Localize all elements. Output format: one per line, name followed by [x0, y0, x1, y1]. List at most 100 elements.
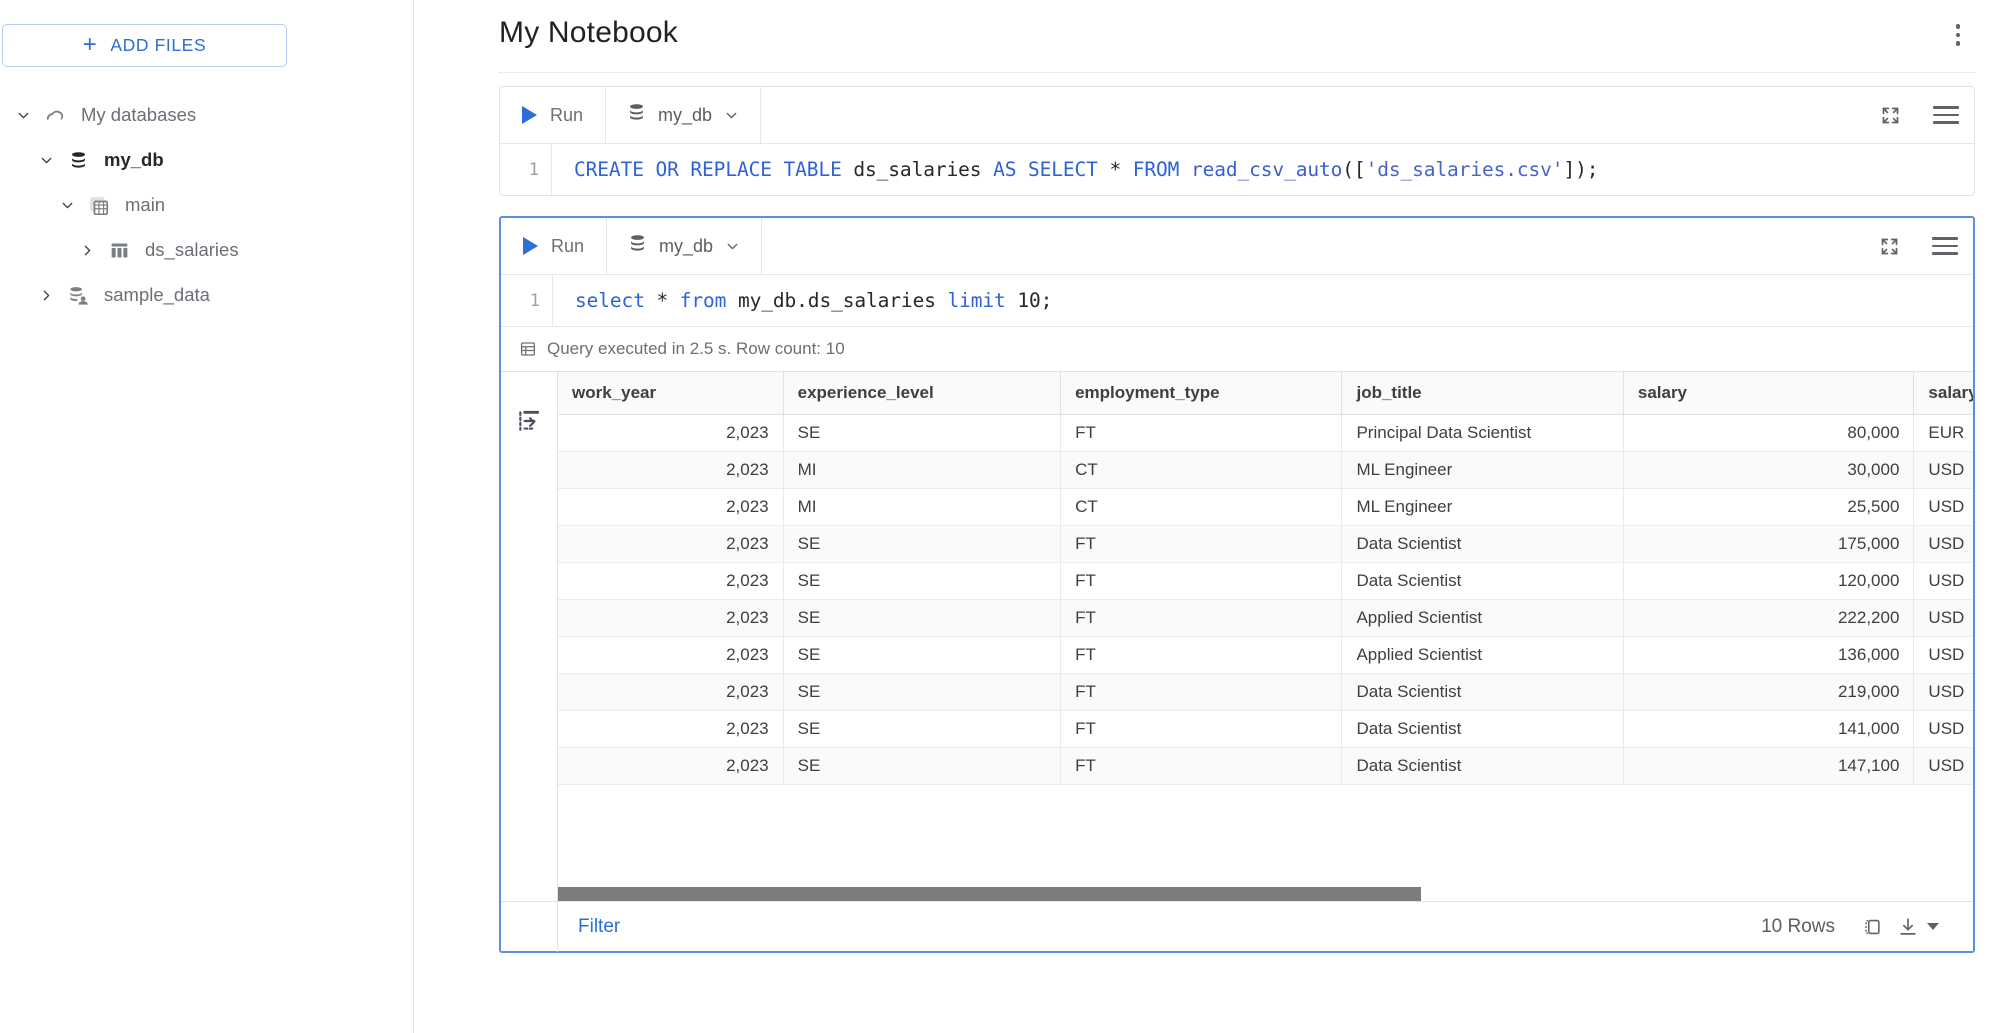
table-row[interactable]: 2,023 SE FT Data Scientist 147,100 USD — [558, 747, 1973, 785]
table-row[interactable]: 2,023 SE FT Data Scientist 175,000 USD — [558, 525, 1973, 563]
table-cell[interactable]: USD — [1913, 525, 1973, 563]
table-row[interactable]: 2,023 SE FT Data Scientist 219,000 USD — [558, 673, 1973, 711]
table-cell[interactable]: Data Scientist — [1341, 710, 1624, 748]
code-editor-row[interactable]: 1 CREATE OR REPLACE TABLE ds_salaries AS … — [500, 144, 1974, 195]
table-cell[interactable]: FT — [1060, 710, 1343, 748]
table-cell[interactable]: FT — [1060, 636, 1343, 674]
table-cell[interactable]: 175,000 — [1623, 525, 1915, 563]
table-cell[interactable]: SE — [783, 599, 1062, 637]
table-cell[interactable]: 120,000 — [1623, 562, 1915, 600]
table-cell[interactable]: 2,023 — [558, 562, 784, 600]
table-cell[interactable]: ML Engineer — [1341, 488, 1624, 526]
chevron-down-icon[interactable] — [29, 152, 63, 169]
table-cell[interactable]: Data Scientist — [1341, 673, 1624, 711]
sql-code-text[interactable]: CREATE OR REPLACE TABLE ds_salaries AS S… — [552, 144, 1598, 195]
table-cell[interactable]: FT — [1060, 562, 1343, 600]
table-cell[interactable]: SE — [783, 710, 1062, 748]
table-cell[interactable]: FT — [1060, 747, 1343, 785]
table-cell[interactable]: USD — [1913, 562, 1973, 600]
table-cell[interactable]: EUR — [1913, 414, 1973, 452]
table-cell[interactable]: USD — [1913, 747, 1973, 785]
table-cell[interactable]: MI — [783, 488, 1062, 526]
table-cell[interactable]: 2,023 — [558, 747, 784, 785]
table-cell[interactable]: SE — [783, 636, 1062, 674]
table-row[interactable]: 2,023 SE FT Applied Scientist 222,200 USD — [558, 599, 1973, 637]
table-cell[interactable]: Data Scientist — [1341, 562, 1624, 600]
sort-insert-column-icon[interactable] — [516, 408, 542, 901]
table-cell[interactable]: SE — [783, 414, 1062, 452]
table-row[interactable]: 2,023 SE FT Applied Scientist 136,000 USD — [558, 636, 1973, 674]
run-button[interactable]: Run — [500, 87, 607, 143]
table-cell[interactable]: 25,500 — [1623, 488, 1915, 526]
table-cell[interactable]: Applied Scientist — [1341, 599, 1624, 637]
table-cell[interactable]: CT — [1060, 488, 1343, 526]
table-row[interactable]: 2,023 SE FT Data Scientist 120,000 USD — [558, 562, 1973, 600]
copy-icon[interactable] — [1861, 916, 1883, 938]
table-cell[interactable]: 2,023 — [558, 599, 784, 637]
table-cell[interactable]: FT — [1060, 525, 1343, 563]
table-cell[interactable]: 136,000 — [1623, 636, 1915, 674]
database-selector[interactable]: my_db — [607, 218, 763, 274]
table-cell[interactable]: FT — [1060, 414, 1343, 452]
table-cell[interactable]: 2,023 — [558, 525, 784, 563]
table-cell[interactable]: 80,000 — [1623, 414, 1915, 452]
cell-menu-button[interactable] — [1918, 87, 1974, 143]
chevron-right-icon[interactable] — [29, 287, 63, 304]
table-cell[interactable]: Data Scientist — [1341, 747, 1624, 785]
sql-code-text[interactable]: select * from my_db.ds_salaries limit 10… — [553, 275, 1052, 326]
table-cell[interactable]: 141,000 — [1623, 710, 1915, 748]
tree-item-my-databases[interactable]: My databases — [0, 93, 413, 138]
code-editor-row[interactable]: 1 select * from my_db.ds_salaries limit 1… — [501, 275, 1973, 326]
table-cell[interactable]: 222,200 — [1623, 599, 1915, 637]
tree-item-ds-salaries[interactable]: ds_salaries — [0, 228, 413, 273]
table-cell[interactable]: 147,100 — [1623, 747, 1915, 785]
run-button[interactable]: Run — [501, 218, 608, 274]
table-cell[interactable]: USD — [1913, 488, 1973, 526]
cell-menu-button[interactable] — [1917, 218, 1973, 274]
column-header[interactable]: employment_type — [1060, 372, 1343, 415]
tree-item-sample-data[interactable]: sample_data — [0, 273, 413, 318]
table-row[interactable]: 2,023 SE FT Principal Data Scientist 80,000 E… — [558, 414, 1973, 452]
table-cell[interactable]: 2,023 — [558, 451, 784, 489]
chevron-down-icon[interactable] — [50, 197, 84, 214]
table-cell[interactable]: USD — [1913, 451, 1973, 489]
table-cell[interactable]: FT — [1060, 673, 1343, 711]
table-cell[interactable]: 2,023 — [558, 673, 784, 711]
tree-item-main[interactable]: main — [0, 183, 413, 228]
add-files-button[interactable]: + ADD FILES — [2, 24, 287, 67]
tree-item-my-db[interactable]: my_db — [0, 138, 413, 183]
column-header[interactable]: job_title — [1341, 372, 1624, 415]
table-cell[interactable]: SE — [783, 525, 1062, 563]
table-row[interactable]: 2,023 MI CT ML Engineer 25,500 USD — [558, 488, 1973, 526]
table-cell[interactable]: Applied Scientist — [1341, 636, 1624, 674]
table-cell[interactable]: 2,023 — [558, 488, 784, 526]
filter-button[interactable]: Filter — [558, 916, 620, 938]
column-header[interactable]: experience_level — [783, 372, 1062, 415]
table-cell[interactable]: 219,000 — [1623, 673, 1915, 711]
table-cell[interactable]: SE — [783, 747, 1062, 785]
table-cell[interactable]: SE — [783, 562, 1062, 600]
more-vertical-icon[interactable] — [1941, 18, 1975, 52]
column-header[interactable]: salary_currency — [1913, 372, 1973, 415]
table-cell[interactable]: USD — [1913, 636, 1973, 674]
expand-cell-button[interactable] — [1862, 87, 1918, 143]
column-header[interactable]: salary — [1623, 372, 1915, 415]
sql-cell[interactable]: Run my_db 1 select * from my_db.ds_salaries… — [499, 216, 1975, 953]
sql-cell[interactable]: Run my_db 1 CREATE OR REPLACE TABLE ds_sala… — [499, 86, 1975, 196]
table-cell[interactable]: USD — [1913, 710, 1973, 748]
table-cell[interactable]: FT — [1060, 599, 1343, 637]
expand-cell-button[interactable] — [1861, 218, 1917, 274]
table-row[interactable]: 2,023 SE FT Data Scientist 141,000 USD — [558, 710, 1973, 748]
table-cell[interactable]: Data Scientist — [1341, 525, 1624, 563]
chevron-right-icon[interactable] — [70, 242, 104, 259]
table-cell[interactable]: SE — [783, 673, 1062, 711]
horizontal-scrollbar[interactable] — [558, 887, 1973, 901]
grid-scroll-area[interactable]: work_year experience_level employment_type… — [558, 372, 1973, 901]
column-header[interactable]: work_year — [558, 372, 784, 415]
table-cell[interactable]: MI — [783, 451, 1062, 489]
table-cell[interactable]: USD — [1913, 673, 1973, 711]
table-cell[interactable]: Principal Data Scientist — [1341, 414, 1624, 452]
table-cell[interactable]: 2,023 — [558, 710, 784, 748]
horizontal-scrollbar-thumb[interactable] — [558, 887, 1422, 901]
table-cell[interactable]: 2,023 — [558, 414, 784, 452]
